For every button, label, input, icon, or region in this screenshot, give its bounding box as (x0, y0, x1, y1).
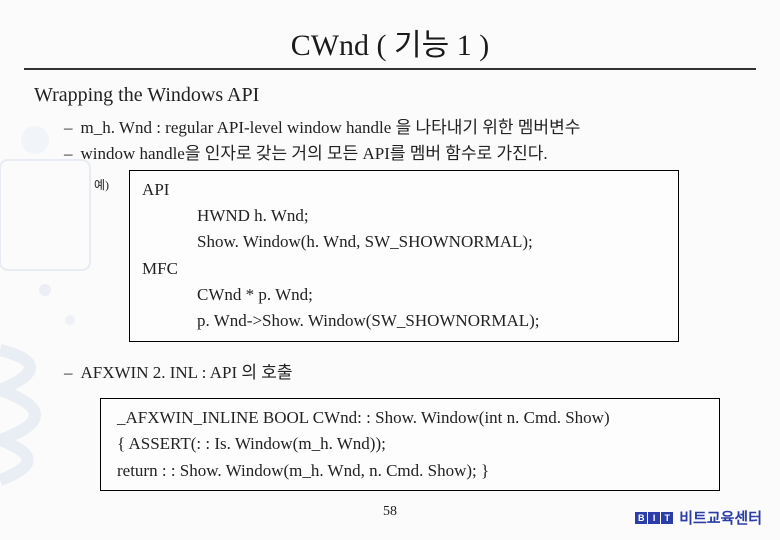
brand-name: 비트교육센터 (679, 507, 762, 528)
title-rule (24, 68, 756, 70)
api-mfc-code-box: API HWND h. Wnd; Show. Window(h. Wnd, SW… (129, 170, 679, 342)
page-number: 58 (383, 504, 397, 520)
content-area: Wrapping the Windows API – m_h. Wnd : re… (20, 80, 760, 491)
dash-icon: – (64, 360, 73, 386)
logo-letter: B (635, 512, 647, 524)
dash-icon: – (64, 115, 73, 141)
brand-logo-icon: B I T (635, 512, 673, 524)
api-label: API (142, 177, 197, 203)
bullet-item: – window handle을 인자로 갖는 거의 모든 API를 멤버 함수… (64, 141, 750, 167)
logo-letter: I (648, 512, 660, 524)
bullet-item: – m_h. Wnd : regular API-level window ha… (64, 115, 750, 141)
bullet-text: window handle을 인자로 갖는 거의 모든 API를 멤버 함수로 … (81, 141, 548, 167)
afxwin-code-wrap: _AFXWIN_INLINE BOOL CWnd: : Show. Window… (100, 398, 720, 491)
footer: 58 B I T 비트교육센터 (0, 504, 780, 528)
afxwin-code-box: _AFXWIN_INLINE BOOL CWnd: : Show. Window… (100, 398, 720, 491)
brand: B I T 비트교육센터 (635, 507, 762, 528)
section-heading: Wrapping the Windows API (34, 80, 750, 111)
bullet-text: m_h. Wnd : regular API-level window hand… (81, 115, 581, 141)
dash-icon: – (64, 141, 73, 167)
example-label: 예) (94, 176, 109, 195)
slide-page: CWnd ( 기능 1 ) Wrapping the Windows API –… (0, 0, 780, 540)
page-title: CWnd ( 기능 1 ) (20, 20, 760, 64)
afxwin-text: AFXWIN 2. INL : API 의 호출 (81, 360, 293, 386)
afxwin-bullet: – AFXWIN 2. INL : API 의 호출 (34, 360, 750, 386)
api-code: HWND h. Wnd; Show. Window(h. Wnd, SW_SHO… (197, 203, 660, 256)
bullet-list: – m_h. Wnd : regular API-level window ha… (34, 115, 750, 168)
mfc-label: MFC (142, 256, 197, 282)
mfc-code: CWnd * p. Wnd; p. Wnd->Show. Window(SW_S… (197, 282, 660, 335)
example-row: 예) API HWND h. Wnd; Show. Window(h. Wnd,… (94, 170, 750, 342)
logo-letter: T (661, 512, 673, 524)
